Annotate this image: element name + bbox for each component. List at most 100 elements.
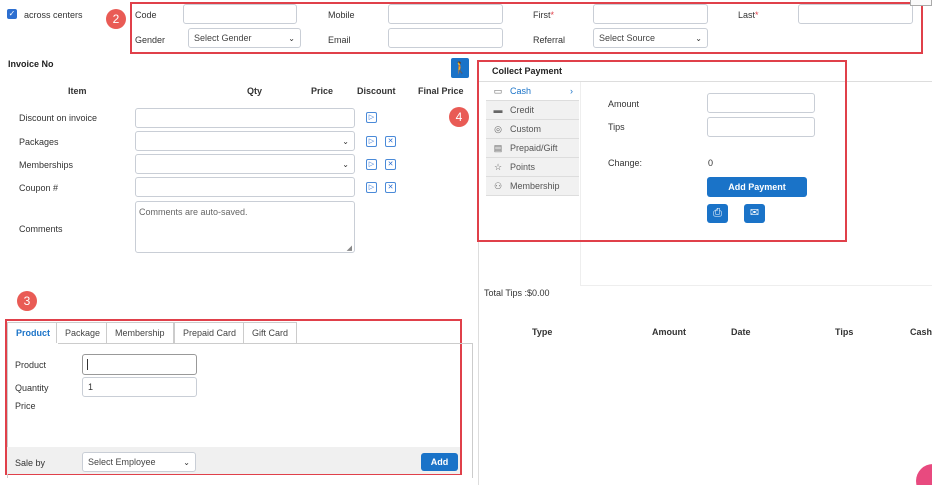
code-label: Code [135,10,157,20]
tab-prepaid-card[interactable]: Prepaid Card [174,322,246,343]
window-control-icon[interactable] [910,0,932,6]
payment-method-label: Membership [510,181,560,191]
discount-on-invoice-label: Discount on invoice [19,113,98,123]
quantity-input[interactable]: 1 [82,377,197,397]
change-value: 0 [708,158,714,168]
product-label: Product [15,360,47,370]
memberships-select[interactable]: ⌄ [135,154,355,174]
coupon-input[interactable] [135,177,355,197]
chat-bubble-icon[interactable] [916,464,932,485]
tab-gift-card[interactable]: Gift Card [243,322,298,343]
payment-method-label: Prepaid/Gift [510,143,558,153]
col-discount: Discount [357,86,396,96]
apply-coupon-button[interactable]: ▷ [366,182,377,193]
tips-input[interactable] [707,117,815,137]
clear-package-button[interactable]: ✕ [385,136,396,147]
employee-select[interactable]: Select Employee ⌄ [82,452,196,472]
employee-select-value: Select Employee [88,457,156,467]
credit-card-icon: ▬ [493,105,503,115]
apply-package-button[interactable]: ▷ [366,136,377,147]
resize-handle-icon[interactable]: ◢ [347,244,352,252]
comments-placeholder: Comments are auto-saved. [139,207,248,217]
amount-label: Amount [608,99,640,109]
quantity-value: 1 [88,382,94,392]
tips-label: Tips [608,122,625,132]
quantity-label: Quantity [15,383,49,393]
payment-method-cash[interactable]: ▭ Cash › [486,82,579,101]
payment-method-label: Credit [510,105,535,115]
col-cashier: Cashi [910,327,932,337]
comments-textarea[interactable]: Comments are auto-saved. ◢ [135,201,355,253]
play-icon: ▷ [368,114,375,121]
close-icon: ✕ [387,138,394,145]
sale-by-label: Sale by [15,458,46,468]
code-input[interactable] [183,4,297,24]
memberships-label: Memberships [19,160,74,170]
cash-icon: ▭ [493,85,503,96]
payment-method-label: Custom [510,124,542,134]
product-input[interactable] [82,354,197,375]
price-label: Price [15,401,36,411]
tab-package[interactable]: Package [56,322,110,343]
tab-product[interactable]: Product [7,322,60,344]
annotation-badge-4: 4 [449,107,469,127]
printer-icon: ⎙ [713,207,722,219]
payment-method-label: Cash [510,86,532,96]
chevron-down-icon: ⌄ [183,457,190,467]
print-button[interactable]: ⎙ [707,204,728,223]
add-button[interactable]: Add [421,453,458,471]
payment-method-membership[interactable]: ⚇ Membership [486,177,579,196]
mobile-label: Mobile [328,10,355,20]
play-icon: ▷ [368,161,375,168]
col-qty: Qty [247,86,263,96]
packages-label: Packages [19,137,59,147]
email-input[interactable] [388,28,503,48]
coupon-label: Coupon # [19,183,59,193]
last-name-input[interactable] [798,4,913,24]
payment-method-label: Points [510,162,536,172]
last-name-label: Last* [738,10,759,20]
annotation-badge-3: 3 [17,291,37,311]
clear-coupon-button[interactable]: ✕ [385,182,396,193]
packages-select[interactable]: ⌄ [135,131,355,151]
chevron-down-icon: ⌄ [695,33,702,43]
play-icon: ▷ [368,138,375,145]
first-name-input[interactable] [593,4,708,24]
amount-input[interactable] [707,93,815,113]
col-amount: Amount [652,327,686,337]
membership-icon: ⚇ [493,180,503,191]
required-mark: * [550,10,555,20]
apply-membership-button[interactable]: ▷ [366,159,377,170]
clear-membership-button[interactable]: ✕ [385,159,396,170]
walking-person-icon: 🚶 [452,61,468,75]
text-cursor [87,359,88,370]
total-tips: Total Tips :$0.00 [484,288,550,298]
comments-label: Comments [19,224,63,234]
referral-select-value: Select Source [599,33,656,43]
sale-by-footer [7,447,460,474]
payment-method-credit[interactable]: ▬ Credit [486,101,579,120]
apply-discount-button[interactable]: ▷ [366,112,377,123]
chevron-down-icon: ⌄ [342,136,349,146]
across-centers-checkbox[interactable]: ✓ [7,9,17,19]
gender-select-value: Select Gender [194,33,252,43]
mobile-input[interactable] [388,4,503,24]
payment-method-points[interactable]: ☆ Points [486,158,579,177]
payment-method-custom[interactable]: ◎ Custom [486,120,579,139]
discount-on-invoice-input[interactable] [135,108,355,128]
col-date: Date [731,327,751,337]
first-name-label: First* [533,10,555,20]
referral-select[interactable]: Select Source ⌄ [593,28,708,48]
envelope-icon: ✉ [749,207,760,219]
gift-card-icon: ▤ [493,142,503,153]
add-payment-button[interactable]: Add Payment [707,177,807,197]
tab-membership[interactable]: Membership [106,322,174,343]
gender-select[interactable]: Select Gender ⌄ [188,28,301,48]
change-label: Change: [608,158,643,168]
close-icon: ✕ [387,184,394,191]
email-receipt-button[interactable]: ✉ [744,204,765,223]
payment-method-prepaid-gift[interactable]: ▤ Prepaid/Gift [486,139,579,158]
close-icon: ✕ [387,161,394,168]
across-centers-label: across centers [24,10,83,20]
walk-in-button[interactable]: 🚶 [451,58,469,78]
